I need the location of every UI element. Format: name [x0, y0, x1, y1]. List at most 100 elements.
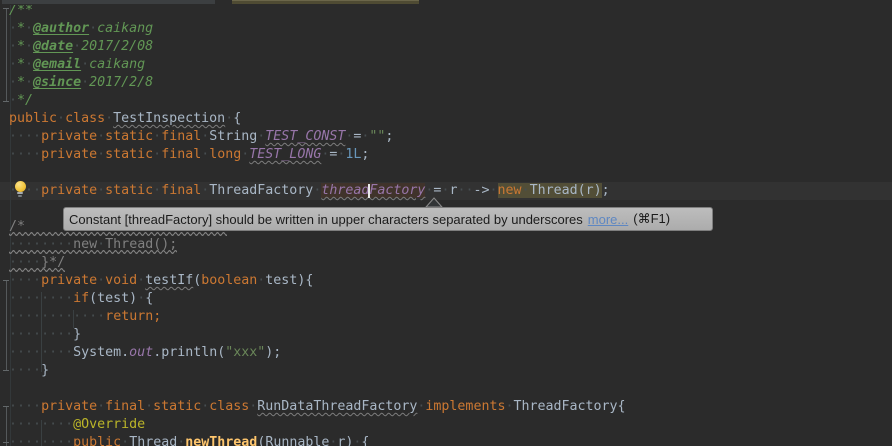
- code-token: ·*·: [9, 57, 33, 72]
- code-token: @author: [33, 21, 89, 36]
- code-line[interactable]: [9, 380, 892, 398]
- code-token: (Runnable·r)·{: [257, 435, 369, 446]
- code-token: ·2017/2/08: [73, 39, 153, 54]
- code-line[interactable]: ····private·static·final·ThreadFactory·t…: [9, 182, 892, 200]
- ide-editor: /**·*·@author·caikang·*·@date·2017/2/08·…: [0, 0, 892, 446]
- editor-tab-active[interactable]: [232, 0, 419, 4]
- commented-code-squiggle: [9, 250, 177, 254]
- editor-tab-bar: [0, 0, 892, 5]
- code-token: @date: [33, 39, 73, 54]
- code-token: ·Thread(r): [522, 183, 602, 198]
- code-line[interactable]: ····private·static·final·String·TEST_CON…: [9, 128, 892, 146]
- code-token: ····}: [9, 363, 49, 378]
- code-token: ·*·: [9, 21, 33, 36]
- code-token: /**: [9, 3, 33, 18]
- code-token: ·ThreadFactory{: [505, 399, 625, 414]
- code-token: ········}: [9, 327, 81, 342]
- code-line[interactable]: ·*·@since·2017/2/8: [9, 74, 892, 92]
- code-token: Thread·: [129, 435, 185, 446]
- code-token: threadFactory: [321, 183, 425, 198]
- code-token: ········System.: [9, 345, 129, 360]
- code-line[interactable]: ····private·static·final·long·TEST_LONG·…: [9, 146, 892, 164]
- code-token: ········: [9, 435, 73, 446]
- code-token: String·: [209, 129, 265, 144]
- code-line[interactable]: ·*·@email·caikang: [9, 56, 892, 74]
- code-line[interactable]: ········System.out.println("xxx");: [9, 344, 892, 362]
- code-token: ·caikang: [89, 21, 153, 36]
- code-token: new: [498, 183, 522, 198]
- code-token: ;: [602, 183, 610, 198]
- code-token: boolean: [201, 273, 257, 288]
- code-token: TEST_CONST: [265, 129, 345, 144]
- tooltip-shortcut: (⌘F1): [633, 211, 670, 227]
- code-token: ;: [385, 129, 393, 144]
- code-token: ·*·: [9, 39, 33, 54]
- code-line[interactable]: ············return;: [9, 308, 892, 326]
- code-token: TEST_LONG: [249, 147, 321, 162]
- code-line[interactable]: ·*·@date·2017/2/08: [9, 38, 892, 56]
- intention-lightbulb-icon[interactable]: [13, 181, 27, 197]
- code-token: 1L: [345, 147, 361, 162]
- code-line[interactable]: ········if(test)·{: [9, 290, 892, 308]
- tooltip-more-link[interactable]: more...: [588, 212, 628, 227]
- code-token: RunDataThreadFactory: [257, 399, 417, 414]
- code-token: ThreadFactory·: [209, 183, 321, 198]
- code-token: implements: [425, 399, 505, 414]
- code-token: private·static·final·long·: [41, 147, 249, 162]
- code-token: ·*·: [9, 75, 33, 90]
- code-token: ;: [361, 147, 369, 162]
- code-line[interactable]: ········public·Thread·newThread(Runnable…: [9, 434, 892, 446]
- lightbulb-base: [18, 195, 22, 197]
- fold-region-line[interactable]: [6, 8, 7, 101]
- code-token: ·caikang: [81, 57, 145, 72]
- code-token: return;: [105, 309, 161, 324]
- code-line[interactable]: ·*·@author·caikang: [9, 20, 892, 38]
- code-token: out: [129, 345, 153, 360]
- code-token: ········: [9, 291, 73, 306]
- code-token: (test)·{: [89, 291, 153, 306]
- code-token: public·: [73, 435, 129, 446]
- text-caret: [368, 184, 370, 198]
- fold-region-line[interactable]: [6, 406, 7, 446]
- code-token: TestInspection: [113, 111, 225, 126]
- editor-tab-inactive[interactable]: [2, 0, 215, 4]
- code-line[interactable]: ········}: [9, 326, 892, 344]
- code-token: ·=·r··->·: [425, 183, 497, 198]
- code-line[interactable]: [9, 164, 892, 182]
- code-line[interactable]: ········@Override: [9, 416, 892, 434]
- code-token: "": [369, 129, 385, 144]
- commented-code-squiggle: [9, 232, 227, 236]
- code-token: testIf: [145, 273, 193, 288]
- code-token: );: [265, 345, 281, 360]
- code-token: @Override: [73, 417, 145, 432]
- code-token: @since: [33, 75, 81, 90]
- code-line[interactable]: ····private·final·static·class·RunDataTh…: [9, 398, 892, 416]
- code-token: ·=·: [345, 129, 369, 144]
- code-token: private·final·static·class·: [41, 399, 257, 414]
- code-token: @email: [33, 57, 81, 72]
- code-token: private·void·: [41, 273, 145, 288]
- code-token: private·static·final·: [41, 129, 209, 144]
- code-token: ····: [9, 273, 41, 288]
- code-line[interactable]: ····}: [9, 362, 892, 380]
- code-token: ········: [9, 417, 73, 432]
- code-line[interactable]: ····private·void·testIf(boolean·test){: [9, 272, 892, 290]
- code-token: ····: [9, 399, 41, 414]
- commented-code-squiggle: [9, 268, 65, 272]
- code-token: ·=·: [321, 147, 345, 162]
- code-token: if: [73, 291, 89, 306]
- code-line[interactable]: ····}*/: [9, 254, 892, 272]
- code-token: ·*/: [9, 93, 33, 108]
- code-line[interactable]: public·class·TestInspection·{: [9, 110, 892, 128]
- lightbulb-base: [17, 192, 23, 194]
- tooltip-message: Constant [threadFactory] should be writt…: [69, 212, 583, 227]
- code-token: ····: [9, 129, 41, 144]
- code-token: ·test){: [257, 273, 313, 288]
- inspection-tooltip: Constant [threadFactory] should be writt…: [63, 207, 713, 231]
- code-token: "xxx": [225, 345, 265, 360]
- fold-region-line[interactable]: [6, 280, 7, 370]
- code-line[interactable]: ·*/: [9, 92, 892, 110]
- code-token: private·static·final·: [41, 183, 209, 198]
- code-token: ·2017/2/8: [81, 75, 153, 90]
- code-token: ············: [9, 309, 105, 324]
